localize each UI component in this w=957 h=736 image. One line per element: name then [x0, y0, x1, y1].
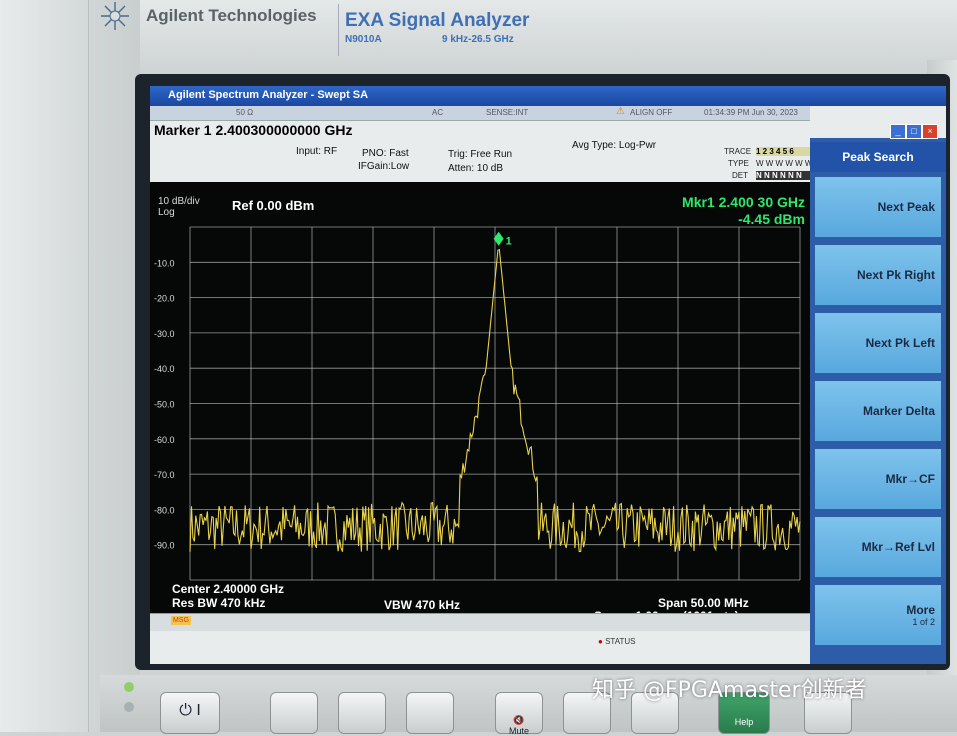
minimize-button[interactable]: _ — [890, 124, 906, 139]
y-tick-label: -30.0 — [154, 329, 175, 339]
marker-number-label: 1 — [506, 236, 512, 248]
agilent-logo-icon — [96, 0, 134, 32]
ref-level-label[interactable]: Ref 0.00 dBm — [232, 198, 314, 213]
mute-button[interactable]: 🔇 Mute — [495, 692, 543, 736]
more-label: More — [906, 603, 935, 617]
y-tick-label: -50.0 — [154, 400, 175, 410]
spectrum-plot[interactable]: -10.0 -20.0 -30.0 -40.0 -50.0 -60.0 -70.0 -80.0… — [150, 182, 810, 627]
y-tick-label: -70.0 — [154, 470, 175, 480]
status-indicator[interactable]: ● STATUS — [598, 637, 635, 646]
more-button[interactable]: More 1 of 2 — [814, 584, 942, 646]
model-name: EXA Signal Analyzer — [345, 10, 530, 31]
center-freq[interactable]: Center 2.40000 GHz — [172, 582, 284, 596]
vbw[interactable]: VBW 470 kHz — [384, 598, 460, 612]
y-tick-label: -20.0 — [154, 294, 175, 304]
mkr-cf-button[interactable]: Mkr→CF — [814, 448, 942, 510]
power-led-icon — [124, 682, 134, 692]
marker-delta-button[interactable]: Marker Delta — [814, 380, 942, 442]
instrument-side-panel — [0, 0, 89, 732]
speaker-mute-icon: 🔇 — [513, 715, 525, 725]
next-pk-right-button[interactable]: Next Pk Right — [814, 244, 942, 306]
status-item-2: AC — [432, 108, 444, 117]
mkr-ref-lvl-button[interactable]: Mkr→Ref Lvl — [814, 516, 942, 578]
status-dot-icon: ● — [598, 637, 603, 646]
marker-freq-readout: Mkr1 2.400 30 GHz — [682, 194, 805, 210]
ifgain-setting: IFGain:Low — [358, 161, 410, 172]
span[interactable]: Span 50.00 MHz — [658, 596, 749, 610]
status-strip: 50 Ω AC SENSE:INT ⚠ ALIGN OFF 01:34:39 P… — [150, 106, 810, 121]
trig-setting: Trig: Free Run — [448, 149, 513, 160]
spectrum-plot-svg[interactable]: -10.0 -20.0 -30.0 -40.0 -50.0 -60.0 -70.0 -80.0… — [150, 182, 810, 627]
more-page-indicator: 1 of 2 — [912, 617, 935, 627]
avg-type-setting: Avg Type: Log-Pwr — [572, 140, 657, 151]
power-icon: ⏻ I — [179, 702, 201, 719]
marker-readout[interactable]: Marker 1 2.400300000000 GHz — [154, 122, 352, 138]
y-tick-label: -40.0 — [154, 364, 175, 374]
trace-values: 1 2 3 4 5 6 — [756, 147, 816, 156]
standby-led-icon — [124, 702, 134, 712]
mute-label: Mute — [508, 726, 529, 736]
y-tick-label: -90.0 — [154, 541, 175, 551]
close-button[interactable]: × — [922, 124, 938, 139]
freq-range: 9 kHz-26.5 GHz — [442, 34, 514, 45]
y-tick-label: -60.0 — [154, 435, 175, 445]
help-label: Help — [734, 717, 754, 727]
y-tick-label: -10.0 — [154, 258, 175, 268]
restore-button[interactable]: □ — [906, 124, 922, 139]
det-values: N N N N N N — [756, 171, 816, 180]
type-values: W W W W W W — [756, 159, 813, 168]
front-button-1[interactable] — [270, 692, 318, 734]
status-item-1: 50 Ω — [236, 108, 254, 117]
input-setting: Input: RF — [296, 146, 338, 157]
watermark-text: 知乎 @FPGAmaster创新者 — [592, 678, 867, 703]
window-titlebar: Agilent Spectrum Analyzer - Swept SA — [150, 86, 946, 106]
front-button-2[interactable] — [338, 692, 386, 734]
softkey-menu-title: Peak Search — [810, 142, 946, 172]
brand-name: Agilent Technologies — [146, 6, 317, 25]
warning-icon: ⚠ — [616, 106, 625, 117]
msg-label: MSG — [171, 616, 191, 625]
power-button[interactable]: ⏻ I — [160, 692, 220, 734]
status-label: STATUS — [605, 637, 636, 646]
timestamp: 01:34:39 PM Jun 30, 2023 — [704, 108, 798, 117]
y-tick-label: -80.0 — [154, 505, 175, 515]
front-button-3[interactable] — [406, 692, 454, 734]
model-number: N9010A — [345, 34, 382, 45]
marker-amp-readout: -4.45 dBm — [738, 211, 805, 227]
log-label: Log — [158, 207, 175, 218]
status-item-4: ALIGN OFF — [630, 108, 673, 117]
scale-label: 10 dB/div — [158, 196, 200, 207]
window-title: Agilent Spectrum Analyzer - Swept SA — [168, 89, 369, 101]
next-pk-left-button[interactable]: Next Pk Left — [814, 312, 942, 374]
next-peak-button[interactable]: Next Peak — [814, 176, 942, 238]
res-bw[interactable]: Res BW 470 kHz — [172, 596, 265, 610]
status-item-3: SENSE:INT — [486, 108, 529, 117]
analyzer-screen: Agilent Spectrum Analyzer - Swept SA 50 … — [150, 86, 946, 664]
atten-setting: Atten: 10 dB — [448, 163, 504, 174]
pno-setting: PNO: Fast — [362, 148, 409, 159]
